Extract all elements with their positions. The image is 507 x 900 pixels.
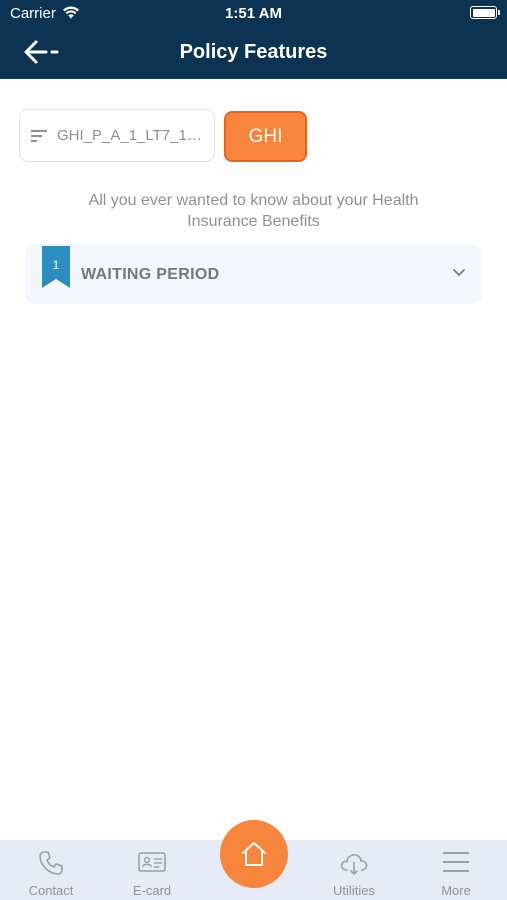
nav-utilities-label: Utilities bbox=[333, 883, 375, 898]
battery-icon bbox=[470, 6, 500, 19]
page-title: Policy Features bbox=[179, 41, 328, 63]
app-header: Carrier 1:51 AM Policy Features bbox=[0, 0, 507, 79]
nav-contact-label: Contact bbox=[28, 883, 74, 898]
accordion-label: WAITING PERIOD bbox=[81, 266, 220, 283]
phone-icon bbox=[39, 851, 63, 875]
nav-ecard-label: E-card bbox=[132, 883, 172, 898]
accordion-number: 1 bbox=[52, 258, 60, 272]
ghi-button[interactable]: GHI bbox=[224, 111, 307, 162]
accordion-waiting-period[interactable]: 1 WAITING PERIOD bbox=[25, 244, 482, 304]
policy-selector[interactable]: GHI_P_A_1_LT7_120... bbox=[19, 109, 215, 162]
policy-selector-value: GHI_P_A_1_LT7_120... bbox=[57, 127, 209, 144]
nav-more-label: More bbox=[441, 883, 471, 898]
home-icon bbox=[242, 842, 266, 866]
nav-contact[interactable]: Contact bbox=[11, 840, 91, 900]
chevron-down-icon bbox=[453, 269, 465, 277]
filter-icon bbox=[30, 129, 48, 148]
cloud-download-icon bbox=[340, 853, 368, 875]
home-button[interactable] bbox=[220, 820, 288, 888]
menu-icon bbox=[443, 852, 469, 872]
nav-more[interactable]: More bbox=[416, 840, 496, 900]
page-subtitle: All you ever wanted to know about your H… bbox=[88, 192, 419, 230]
nav-utilities[interactable]: Utilities bbox=[314, 840, 394, 900]
nav-ecard[interactable]: E-card bbox=[112, 840, 192, 900]
clock: 1:51 AM bbox=[225, 5, 282, 22]
id-card-icon bbox=[138, 852, 166, 872]
status-bar: Carrier 1:51 AM bbox=[0, 0, 507, 28]
